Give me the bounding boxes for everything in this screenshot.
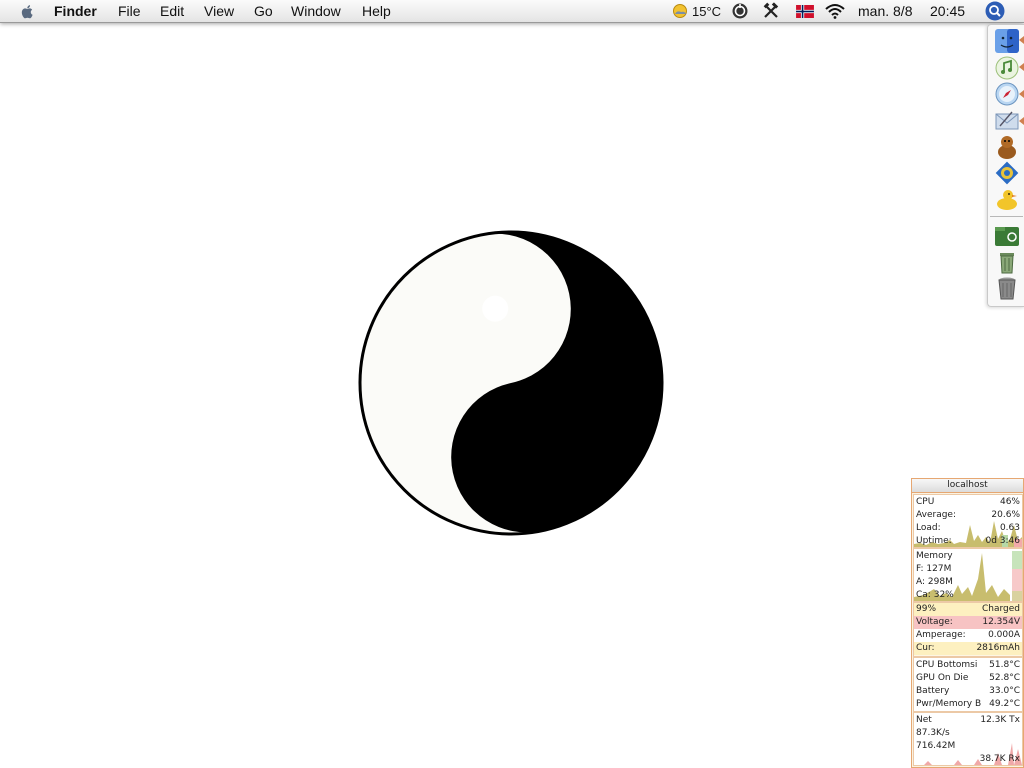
menu-bar: Finder File Edit View Go Window Help 15°… <box>0 0 1024 23</box>
weather-temperature[interactable]: 15°C <box>692 4 721 19</box>
wifi-icon[interactable] <box>824 2 846 20</box>
dock <box>987 24 1024 307</box>
menu-app-name[interactable]: Finder <box>54 3 97 19</box>
network-total: 716.42M <box>916 741 956 751</box>
cpu-row: CPU 46% <box>916 496 1020 508</box>
network-row: Net 12.3K Tx <box>916 714 1020 726</box>
battery-current-value: 2816mAh <box>976 643 1020 653</box>
recycle-bin-icon[interactable] <box>994 249 1020 275</box>
system-monitor-widget[interactable]: localhost CPU 46% Average: 20.6% Load: 0… <box>911 478 1024 768</box>
battery-amperage-row: Amperage: 0.000A <box>914 629 1022 642</box>
memory-free-label: F: <box>916 564 924 574</box>
temperature-row: GPU On Die 52.8°C <box>916 672 1020 684</box>
trillian-icon[interactable] <box>994 160 1020 186</box>
menu-window[interactable]: Window <box>291 3 341 19</box>
menu-go[interactable]: Go <box>254 3 273 19</box>
temperature-label: GPU On Die <box>916 673 969 683</box>
network-total-row: 716.42M <box>916 740 1020 752</box>
menu-file[interactable]: File <box>118 3 141 19</box>
memory-active-value: 298M <box>927 577 953 587</box>
cpu-average-value: 20.6% <box>991 510 1020 520</box>
adium-icon[interactable] <box>994 134 1020 160</box>
temperature-panel: CPU Bottomsi 51.8°C GPU On Die 52.8°C Ba… <box>913 657 1023 712</box>
cpu-uptime-row: Uptime: 0d 3:46 <box>916 535 1020 547</box>
finder-icon[interactable] <box>994 28 1020 54</box>
running-indicator <box>1019 117 1024 125</box>
yin-yang-wallpaper <box>358 230 664 536</box>
tools-icon[interactable] <box>762 2 780 20</box>
cpu-average-label: Average: <box>916 510 956 520</box>
network-rx-row: 38.7K Rx <box>916 753 1020 765</box>
apple-icon[interactable] <box>19 3 36 20</box>
memory-panel: Memory F: 127M A: 298M Ca: 32% <box>913 548 1023 602</box>
battery-status: Charged <box>981 604 1020 614</box>
running-indicator <box>1019 90 1024 98</box>
mail-icon[interactable] <box>994 108 1020 134</box>
memory-cache-value: 32% <box>933 590 954 600</box>
memory-row: Memory <box>916 550 1020 562</box>
temperature-value: 51.8°C <box>989 660 1020 670</box>
network-rate-row: 87.3K/s <box>916 727 1020 739</box>
network-tx: 12.3K Tx <box>980 715 1020 725</box>
cpu-load-label: Load: <box>916 523 941 533</box>
temperature-row: Battery 33.0°C <box>916 685 1020 697</box>
cpu-uptime-value: 0d 3:46 <box>985 536 1020 546</box>
monitor-title: localhost <box>912 479 1023 493</box>
battery-amperage-value: 0.000A <box>988 630 1020 640</box>
memory-cache-row: Ca: 32% <box>916 589 1020 601</box>
activity-monitor-icon[interactable] <box>731 2 749 20</box>
temperature-row: CPU Bottomsi 51.8°C <box>916 659 1020 671</box>
network-rx: 38.7K Rx <box>979 754 1020 764</box>
memory-cache-label: Ca: <box>916 590 931 600</box>
cyberduck-icon[interactable] <box>994 186 1020 212</box>
memory-active-row: A: 298M <box>916 576 1020 588</box>
clock-time[interactable]: 20:45 <box>930 3 965 19</box>
memory-free-row: F: 127M <box>916 563 1020 575</box>
running-indicator <box>1019 36 1024 44</box>
cpu-load-row: Load: 0.63 <box>916 522 1020 534</box>
temperature-value: 33.0°C <box>989 686 1020 696</box>
menu-help[interactable]: Help <box>362 3 391 19</box>
cpu-label: CPU <box>916 497 935 507</box>
cpu-value: 46% <box>999 497 1020 507</box>
trash-icon[interactable] <box>994 275 1020 301</box>
network-rate: 87.3K/s <box>916 728 950 738</box>
battery-percent: 99% <box>916 604 937 614</box>
temperature-label: Pwr/Memory B <box>916 699 982 709</box>
battery-row: 99% Charged <box>914 603 1022 616</box>
network-panel: Net 12.3K Tx 87.3K/s 716.42M 38.7K Rx <box>913 712 1023 766</box>
temperature-value: 49.2°C <box>989 699 1020 709</box>
battery-voltage-row: Voltage: 12.354V <box>914 616 1022 629</box>
battery-current-row: Cur: 2816mAh <box>914 642 1022 655</box>
clock-date[interactable]: man. 8/8 <box>858 3 912 19</box>
running-indicator <box>1019 63 1024 71</box>
battery-voltage-label: Voltage: <box>916 617 953 627</box>
cpu-load-value: 0.63 <box>999 523 1020 533</box>
safari-icon[interactable] <box>994 81 1020 107</box>
cpu-uptime-label: Uptime: <box>916 536 952 546</box>
memory-active-label: A: <box>916 577 926 587</box>
documents-folder-icon[interactable] <box>994 223 1020 249</box>
dock-divider <box>990 216 1023 217</box>
menu-edit[interactable]: Edit <box>160 3 184 19</box>
battery-voltage-value: 12.354V <box>982 617 1020 627</box>
battery-amperage-label: Amperage: <box>916 630 966 640</box>
network-label: Net <box>916 715 932 725</box>
temperature-row: Pwr/Memory B 49.2°C <box>916 698 1020 710</box>
menu-view[interactable]: View <box>204 3 234 19</box>
weather-icon[interactable] <box>671 2 689 20</box>
memory-label: Memory <box>916 551 953 561</box>
battery-current-label: Cur: <box>916 643 935 653</box>
memory-free-value: 127M <box>926 564 952 574</box>
cpu-panel: CPU 46% Average: 20.6% Load: 0.63 Uptime… <box>913 494 1023 548</box>
temperature-label: CPU Bottomsi <box>916 660 978 670</box>
itunes-icon[interactable] <box>994 55 1020 81</box>
battery-panel: 99% Charged Voltage: 12.354V Amperage: 0… <box>913 602 1023 657</box>
norway-flag-icon[interactable] <box>796 5 814 18</box>
temperature-value: 52.8°C <box>989 673 1020 683</box>
temperature-label: Battery <box>916 686 950 696</box>
spotlight-icon[interactable] <box>985 1 1005 21</box>
cpu-average-row: Average: 20.6% <box>916 509 1020 521</box>
